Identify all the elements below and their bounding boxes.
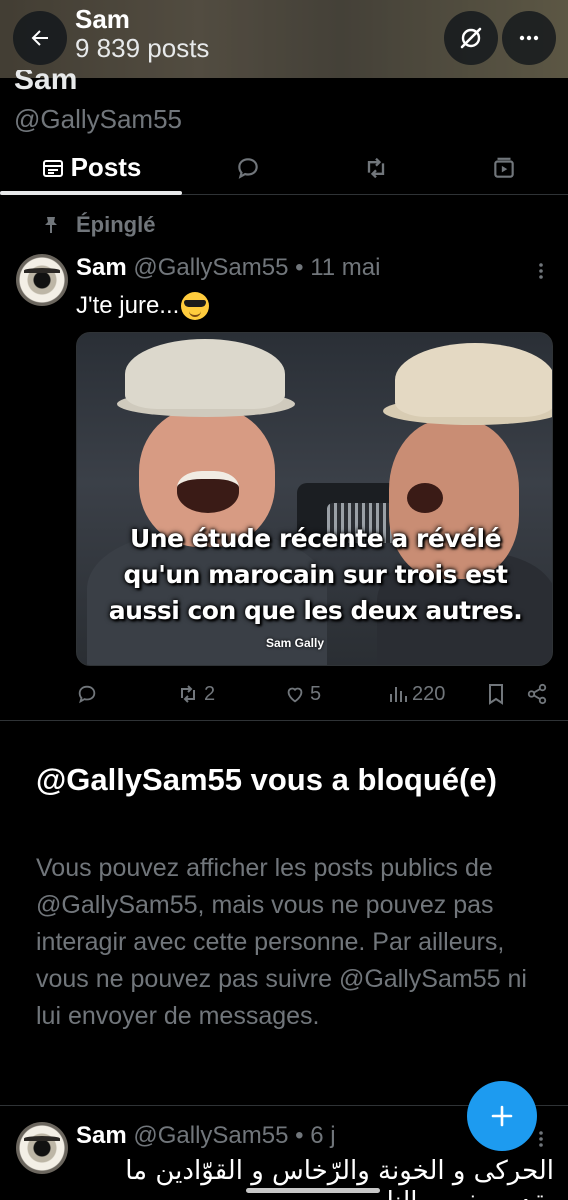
divider <box>0 720 568 721</box>
tab-posts[interactable]: Posts <box>0 140 182 195</box>
meme-signature: Sam Gally <box>265 636 325 650</box>
post-text: الحركى و الخونة والرّخاس و القوّادين ما <box>125 1156 554 1186</box>
views-button[interactable]: 220 <box>388 678 445 710</box>
post-text: J'te jure... <box>76 292 210 320</box>
sunglasses-emoji-icon <box>181 292 210 320</box>
avatar[interactable] <box>16 254 68 306</box>
avatar[interactable] <box>16 1122 68 1174</box>
tab-replies[interactable] <box>208 140 288 195</box>
more-options-button[interactable] <box>502 11 556 65</box>
reply-icon <box>78 685 96 704</box>
post-text-content: J'te jure... <box>76 292 180 319</box>
header-name: Sam <box>75 4 130 34</box>
pinned-indicator: Épinglé <box>44 212 155 238</box>
back-button[interactable] <box>13 11 67 65</box>
post-more-button[interactable] <box>537 1130 545 1153</box>
blocked-body: Vous pouvez afficher les posts publics d… <box>36 854 527 1030</box>
reply-button[interactable] <box>76 678 102 710</box>
grok-button[interactable] <box>444 11 498 65</box>
like-count: 5 <box>310 682 322 705</box>
repost-icon <box>367 157 385 178</box>
profile-name: Sam <box>14 70 78 92</box>
post-header: Sam @GallySam55 • 6 j <box>76 1122 336 1150</box>
image-hat-right <box>395 343 552 417</box>
meme-caption-line: Une étude récente a révélé <box>129 524 502 553</box>
views-icon <box>390 687 407 702</box>
profile-handle: @GallySam55 <box>14 104 183 134</box>
author-name[interactable]: Sam <box>76 254 127 281</box>
repost-icon <box>181 685 195 703</box>
tab-media[interactable] <box>464 140 544 195</box>
post-actions: 2 5 220 <box>76 678 552 710</box>
plus-icon <box>491 1105 513 1127</box>
bookmark-button[interactable] <box>486 678 506 710</box>
repost-button[interactable]: 2 <box>176 678 215 710</box>
more-vertical-icon <box>539 263 543 279</box>
post-more-button[interactable] <box>537 262 545 285</box>
home-indicator[interactable] <box>246 1188 380 1193</box>
arrow-left-icon <box>31 30 48 46</box>
heart-icon <box>287 687 303 703</box>
like-button[interactable]: 5 <box>284 678 321 710</box>
posts-icon <box>42 159 63 177</box>
meme-caption-line: aussi con que les deux autres. <box>108 596 523 625</box>
compose-button[interactable] <box>467 1081 537 1151</box>
more-vertical-icon <box>539 1131 543 1147</box>
blocked-title: @GallySam55 vous a bloqué(e) <box>36 762 497 797</box>
reply-icon <box>238 157 258 179</box>
share-icon <box>527 683 547 705</box>
grok-icon <box>460 27 482 49</box>
pin-icon <box>45 217 57 233</box>
header-post-count: 9 839 posts <box>75 33 210 63</box>
header-title: Sam 9 839 posts <box>75 4 209 64</box>
post-image[interactable]: Une étude récente a révélé qu'un marocai… <box>76 332 553 666</box>
views-count: 220 <box>412 682 446 705</box>
pinned-label: Épinglé <box>76 212 156 237</box>
more-dots-icon <box>519 35 539 41</box>
image-person-left-mouth <box>177 471 239 513</box>
profile-tabs: Posts <box>0 140 568 195</box>
post-date[interactable]: 6 j <box>310 1122 335 1149</box>
tab-posts-label: Posts <box>70 152 142 182</box>
separator-dot: • <box>295 1122 304 1149</box>
separator-dot: • <box>295 254 304 281</box>
meme-caption: Une étude récente a révélé qu'un marocai… <box>77 521 552 629</box>
author-name[interactable]: Sam <box>76 1122 127 1149</box>
media-icon <box>494 157 514 178</box>
image-person-right-mouth <box>407 483 443 513</box>
author-handle[interactable]: @GallySam55 <box>133 1122 288 1149</box>
post-date[interactable]: 11 mai <box>310 254 380 281</box>
tab-active-indicator <box>0 191 182 195</box>
tab-reposts[interactable] <box>336 140 416 195</box>
post-header: Sam @GallySam55 • 11 mai <box>76 254 380 282</box>
bookmark-icon <box>489 684 503 705</box>
image-hat-left <box>125 339 285 409</box>
share-button[interactable] <box>526 678 548 710</box>
repost-count: 2 <box>204 682 216 705</box>
author-handle[interactable]: @GallySam55 <box>133 254 288 281</box>
meme-caption-line: qu'un marocain sur trois est <box>123 560 508 589</box>
